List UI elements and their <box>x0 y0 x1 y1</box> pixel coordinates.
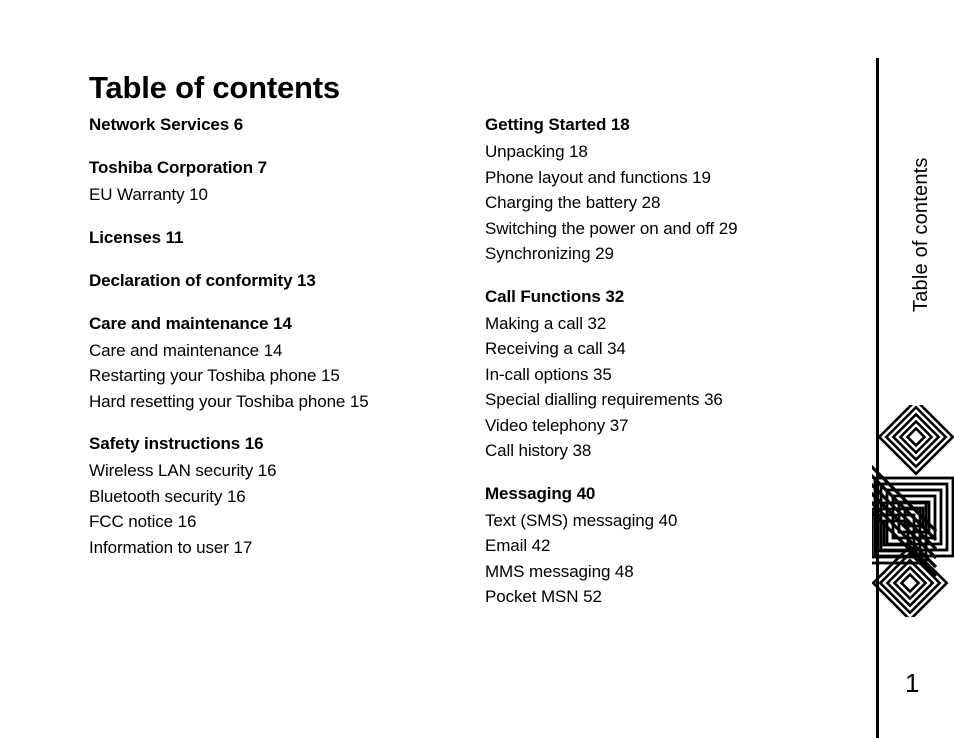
toc-section-heading[interactable]: Messaging 40 <box>485 481 875 507</box>
toc-subentry[interactable]: FCC notice 16 <box>89 509 479 535</box>
toc-subentry[interactable]: Pocket MSN 52 <box>485 584 875 610</box>
toc-group: Network Services 6 <box>89 112 479 138</box>
toc-subentry-list: Care and maintenance 14 Restarting your T… <box>89 338 479 415</box>
toc-group: Declaration of conformity 13 <box>89 268 479 294</box>
toc-subentry[interactable]: Restarting your Toshiba phone 15 <box>89 363 479 389</box>
toc-section-heading[interactable]: Safety instructions 16 <box>89 431 479 457</box>
toc-subentry[interactable]: Special dialling requirements 36 <box>485 387 875 413</box>
toc-subentry[interactable]: Email 42 <box>485 533 875 559</box>
toc-subentry[interactable]: Hard resetting your Toshiba phone 15 <box>89 389 479 415</box>
toc-subentry[interactable]: Charging the battery 28 <box>485 190 875 216</box>
page-title: Table of contents <box>89 69 340 105</box>
toc-subentry[interactable]: MMS messaging 48 <box>485 559 875 585</box>
toc-subentry[interactable]: EU Warranty 10 <box>89 182 479 208</box>
toc-group: Licenses 11 <box>89 225 479 251</box>
page-number: 1 <box>905 668 920 698</box>
toc-subentry-list: Text (SMS) messaging 40 Email 42 MMS messa… <box>485 508 875 610</box>
toc-section-heading[interactable]: Call Functions 32 <box>485 284 875 310</box>
toc-subentry[interactable]: Switching the power on and off 29 <box>485 216 875 242</box>
toc-subentry[interactable]: Phone layout and functions 19 <box>485 165 875 191</box>
toc-subentry[interactable]: In-call options 35 <box>485 362 875 388</box>
toc-group: Getting Started 18 Unpacking 18 Phone layo… <box>485 112 875 267</box>
toc-subentry-list: Unpacking 18 Phone layout and functions 1… <box>485 139 875 267</box>
table-of-contents: Network Services 6 Toshiba Corporation 7E… <box>0 112 870 632</box>
toc-subentry[interactable]: Making a call 32 <box>485 311 875 337</box>
toc-subentry-list: Wireless LAN security 16 Bluetooth securi… <box>89 458 479 560</box>
toc-subentry-list: Making a call 32 Receiving a call 34 In-ca… <box>485 311 875 464</box>
toc-subentry[interactable]: Care and maintenance 14 <box>89 338 479 364</box>
toc-subentry-list: EU Warranty 10 <box>89 182 479 208</box>
toc-subentry[interactable]: Wireless LAN security 16 <box>89 458 479 484</box>
toc-group: Toshiba Corporation 7 EU Warranty 10 <box>89 155 479 208</box>
toc-subentry[interactable]: Synchronizing 29 <box>485 241 875 267</box>
toc-section-heading[interactable]: Declaration of conformity 13 <box>89 268 479 294</box>
toc-section-heading[interactable]: Network Services 6 <box>89 112 479 138</box>
toc-group: Care and maintenance 14 Care and maintena… <box>89 311 479 415</box>
margin-section-tab-label: Table of contents <box>910 157 932 312</box>
toc-subentry[interactable]: Video telephony 37 <box>485 413 875 439</box>
toc-section-heading[interactable]: Care and maintenance 14 <box>89 311 479 337</box>
toc-section-heading[interactable]: Licenses 11 <box>89 225 479 251</box>
toc-subentry[interactable]: Call history 38 <box>485 438 875 464</box>
toc-subentry[interactable]: Receiving a call 34 <box>485 336 875 362</box>
toc-section-heading[interactable]: Getting Started 18 <box>485 112 875 138</box>
toc-subentry[interactable]: Bluetooth security 16 <box>89 484 479 510</box>
toc-subentry[interactable]: Unpacking 18 <box>485 139 875 165</box>
toc-column-left: Network Services 6 Toshiba Corporation 7E… <box>89 112 479 560</box>
toc-subentry[interactable]: Text (SMS) messaging 40 <box>485 508 875 534</box>
toc-group: Call Functions 32 Making a call 32 Receivi… <box>485 284 875 464</box>
decorative-motif-graphic <box>872 405 954 617</box>
toc-section-heading[interactable]: Toshiba Corporation 7 <box>89 155 479 181</box>
toc-group: Messaging 40 Text (SMS) messaging 40 Email… <box>485 481 875 610</box>
toc-column-right: Getting Started 18 Unpacking 18 Phone layo… <box>485 112 875 610</box>
toc-group: Safety instructions 16 Wireless LAN secur… <box>89 431 479 560</box>
toc-subentry[interactable]: Information to user 17 <box>89 535 479 561</box>
nested-diamonds-and-squares-motif <box>872 405 954 617</box>
margin-divider-rule <box>876 58 879 738</box>
